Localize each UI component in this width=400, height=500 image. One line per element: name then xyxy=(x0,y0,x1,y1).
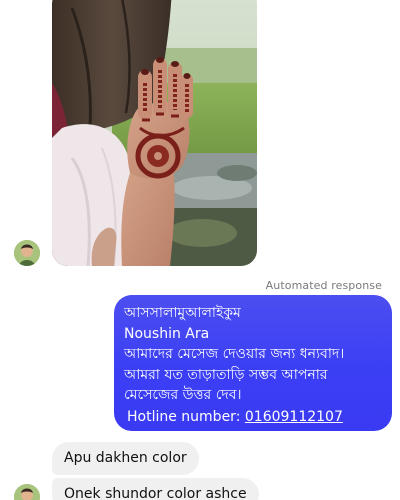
hotline-row: Hotline number: 01609112107 xyxy=(124,407,382,428)
automated-response-label: Automated response xyxy=(265,279,382,292)
avatar-icon xyxy=(14,484,40,500)
automated-reply-bubble[interactable]: আসসালামুআলাইকুম Noushin Ara আমাদের মেসেজ… xyxy=(114,295,392,431)
greeting-line: আসসালামুআলাইকুম xyxy=(124,305,241,321)
page-name-line: Noushin Ara xyxy=(124,325,210,342)
thanks-line: আমাদের মেসেজ দেওয়ার জন্য ধন্যবাদ। xyxy=(124,346,345,362)
chat-thread[interactable]: Automated response আসসালামুআলাইকুম Noush… xyxy=(0,0,400,500)
hand-henna-photo xyxy=(52,0,257,266)
contact-avatar[interactable] xyxy=(14,240,40,266)
avatar-icon xyxy=(14,240,40,266)
incoming-message[interactable]: Apu dakhen color xyxy=(52,442,199,475)
contact-avatar[interactable] xyxy=(14,484,40,500)
incoming-message[interactable]: Onek shundor color ashce xyxy=(52,478,259,500)
reply-promise-line: আমরা যত তাড়াতাড়ি সম্ভব আপনার মেসেজের উ… xyxy=(124,366,328,404)
hotline-label: Hotline number: xyxy=(127,408,241,425)
photo-message[interactable] xyxy=(52,0,257,266)
hotline-phone-link[interactable]: 01609112107 xyxy=(245,409,343,425)
